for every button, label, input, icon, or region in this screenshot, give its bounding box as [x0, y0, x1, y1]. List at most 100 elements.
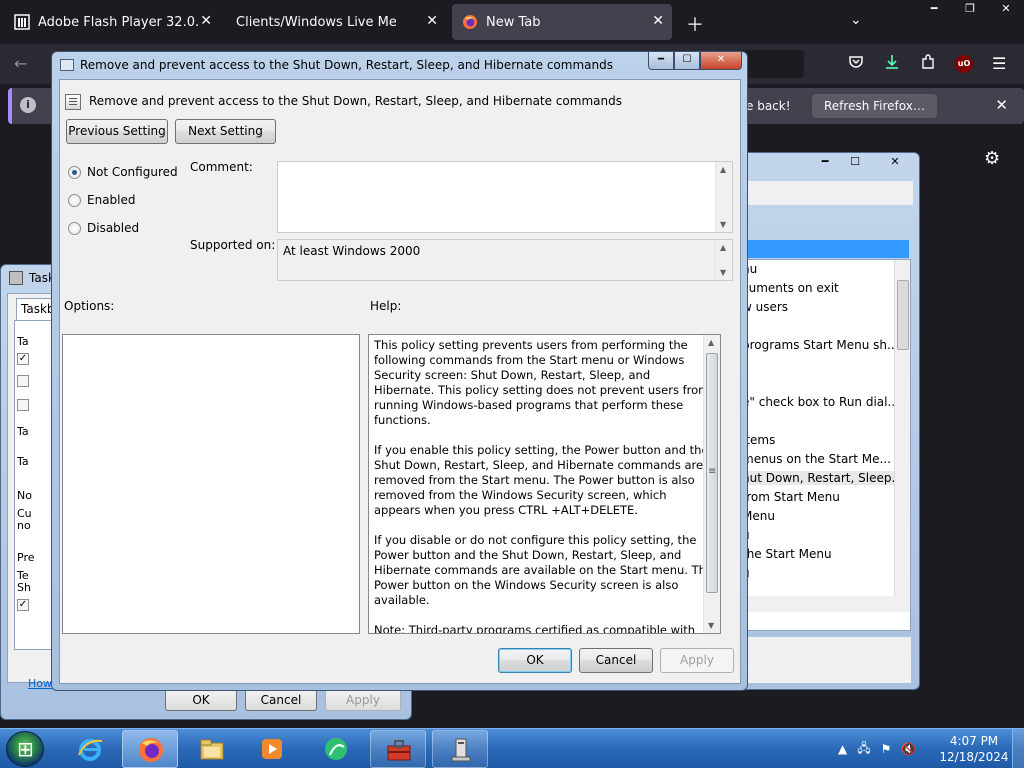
toolbox-icon	[387, 740, 411, 761]
horizontal-scrollbar[interactable]	[728, 596, 910, 612]
window-controls: ━ ❐ ✕	[916, 0, 1024, 18]
media-player-icon	[262, 739, 282, 759]
minimize-icon[interactable]: ━	[809, 153, 841, 171]
caption-buttons: ━ ☐ ✕	[648, 52, 742, 70]
new-tab-plus-icon[interactable]: ＋	[686, 11, 704, 37]
scroll-thumb[interactable]	[706, 353, 718, 593]
volume-muted-icon[interactable]: 🔇	[901, 742, 916, 756]
previous-setting-button[interactable]: Previous Setting	[66, 119, 168, 144]
checkbox[interactable]	[17, 399, 29, 411]
firefox-icon	[463, 15, 477, 29]
minimize-icon[interactable]: ━	[648, 52, 674, 70]
close-tab-icon[interactable]: ✕	[652, 13, 664, 29]
checkbox-checked[interactable]: ✓	[17, 353, 29, 365]
url-bar[interactable]	[740, 50, 804, 78]
policy-list: nu cuments on exit w users programs Star…	[727, 259, 911, 631]
status-area	[727, 637, 911, 683]
list-item[interactable]: cuments on exit	[742, 281, 839, 295]
supported-on-field: At least Windows 2000 ▲ ▼	[277, 239, 733, 281]
start-button[interactable]	[6, 731, 44, 767]
list-item[interactable]: programs Start Menu sh...	[742, 338, 898, 352]
close-tab-icon[interactable]: ✕	[426, 13, 438, 29]
scroll-thumb[interactable]	[897, 280, 909, 350]
network-icon[interactable]: 🖧	[857, 739, 870, 760]
scroll-down-icon[interactable]: ▼	[720, 220, 726, 229]
checkbox[interactable]	[17, 375, 29, 387]
list-item[interactable]: menus on the Start Me...	[742, 452, 891, 466]
help-link[interactable]: How	[28, 677, 52, 690]
minimize-icon[interactable]: ━	[916, 0, 952, 18]
scroll-up-icon[interactable]: ▲	[720, 165, 726, 174]
ok-button[interactable]: OK	[165, 689, 237, 711]
group-label: Ta	[17, 335, 29, 348]
scroll-up-icon[interactable]: ▲	[708, 338, 714, 347]
group-label: No	[17, 489, 32, 502]
action-center-flag-icon[interactable]: ⚑	[881, 742, 892, 756]
cancel-button[interactable]: Cancel	[579, 648, 653, 673]
close-icon[interactable]: ✕	[988, 0, 1024, 18]
hamburger-menu-icon[interactable]: ☰	[992, 54, 1006, 73]
list-item[interactable]: e" check box to Run dial...	[742, 395, 899, 409]
apply-button[interactable]: Apply	[325, 689, 401, 711]
group-policy-editor-window: ━ ☐ ✕ nu cuments on exit w users program…	[726, 152, 920, 690]
clock[interactable]: 4:07 PM 12/18/2024	[938, 733, 1010, 765]
pocket-icon[interactable]	[848, 54, 864, 74]
close-icon[interactable]: ✕	[700, 52, 742, 70]
cancel-button[interactable]: Cancel	[245, 689, 317, 711]
taskbar-media-player[interactable]	[244, 730, 300, 768]
list-item[interactable]: w users	[742, 300, 788, 314]
apply-button[interactable]: Apply	[660, 648, 734, 673]
download-icon[interactable]	[884, 54, 900, 74]
maximize-icon[interactable]: ☐	[839, 153, 871, 171]
scroll-down-icon[interactable]: ▼	[720, 268, 726, 277]
ok-button[interactable]: OK	[498, 648, 572, 673]
comment-scrollbar[interactable]: ▲ ▼	[715, 162, 732, 232]
scroll-up-icon[interactable]: ▲	[720, 243, 726, 252]
folder-icon	[200, 739, 224, 760]
maximize-icon[interactable]: ☐	[674, 52, 700, 70]
list-item[interactable]: the Start Menu	[742, 547, 832, 561]
radio-indicator	[68, 165, 81, 179]
taskbar: ▲ 🖧 ⚑ 🔇 4:07 PM 12/18/2024	[0, 728, 1024, 768]
radio-not-configured[interactable]: Not Configured	[68, 164, 178, 180]
show-hidden-icons-icon[interactable]: ▲	[838, 742, 847, 756]
taskbar-explorer[interactable]	[184, 730, 240, 768]
taskbar-group-policy[interactable]	[432, 730, 488, 768]
taskbar-firefox[interactable]	[122, 730, 178, 768]
help-scrollbar[interactable]: ▲ ▼	[703, 335, 720, 633]
list-item[interactable]: from Start Menu	[742, 490, 840, 504]
help-panel: This policy setting prevents users from …	[368, 334, 721, 634]
refresh-firefox-button[interactable]: Refresh Firefox…	[812, 94, 937, 118]
list-scrollbar[interactable]	[894, 260, 910, 596]
restore-icon[interactable]: ❐	[952, 0, 988, 18]
next-setting-button[interactable]: Next Setting	[175, 119, 276, 144]
close-tab-icon[interactable]: ✕	[200, 13, 212, 29]
gear-icon[interactable]: ⚙	[984, 148, 1000, 169]
browser-tab-flash[interactable]: Adobe Flash Player 32.0.0.371 - ✕	[4, 4, 220, 40]
taskbar-internet-explorer[interactable]	[62, 730, 118, 768]
browser-tab-bar: Adobe Flash Player 32.0.0.371 - ✕ Client…	[0, 0, 1024, 44]
radio-label: Disabled	[87, 221, 140, 235]
radio-enabled[interactable]: Enabled	[68, 192, 136, 208]
dialog-client-area: Remove and prevent access to the Shut Do…	[59, 79, 741, 684]
extensions-icon[interactable]	[920, 54, 936, 74]
close-icon[interactable]: ✕	[875, 153, 915, 171]
radio-indicator	[68, 221, 81, 235]
supported-scrollbar[interactable]: ▲ ▼	[715, 240, 732, 280]
taskbar-toolbox[interactable]	[370, 730, 426, 768]
field-label: Ta	[17, 425, 29, 438]
show-desktop-button[interactable]	[1012, 729, 1024, 768]
browser-tab-messenger[interactable]: Clients/Windows Live Messenger/T ✕	[226, 4, 446, 40]
list-item-selected[interactable]: hut Down, Restart, Sleep...	[740, 471, 905, 485]
checkbox-checked[interactable]: ✓	[17, 599, 29, 611]
back-arrow-icon[interactable]: ←	[14, 54, 27, 73]
close-icon[interactable]: ✕	[995, 96, 1008, 114]
scroll-down-icon[interactable]: ▼	[708, 621, 714, 630]
window-title: Task	[9, 271, 55, 285]
chevron-down-icon[interactable]: ⌄	[850, 12, 862, 28]
taskbar-messenger[interactable]	[308, 730, 364, 768]
ublock-shield-icon[interactable]: uO	[955, 55, 973, 73]
radio-disabled[interactable]: Disabled	[68, 220, 139, 236]
comment-field[interactable]: ▲ ▼	[277, 161, 733, 233]
browser-tab-newtab[interactable]: New Tab ✕	[452, 4, 672, 40]
